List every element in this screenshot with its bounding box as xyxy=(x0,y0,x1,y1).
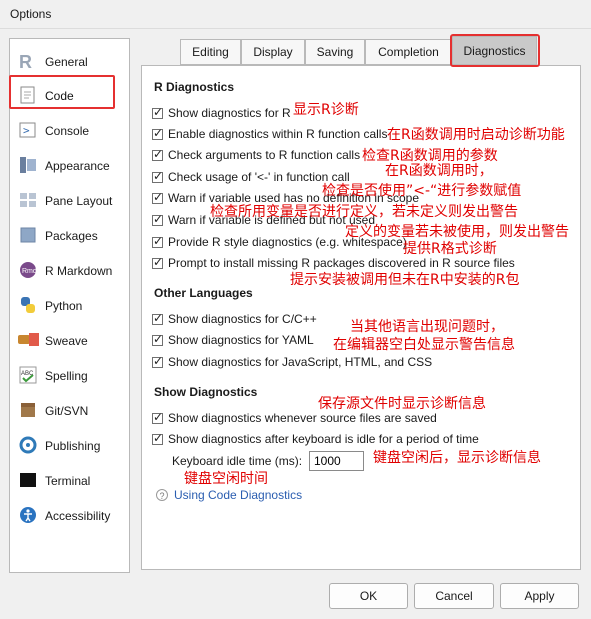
sidebar-item-label: Publishing xyxy=(45,439,101,453)
sidebar-item-label: Sweave xyxy=(45,334,88,348)
accessibility-icon xyxy=(18,505,38,525)
option-label: Prompt to install missing R packages dis… xyxy=(168,256,515,270)
sidebar-item-git-svn[interactable]: Git/SVN xyxy=(10,392,129,427)
sidebar-item-appearance[interactable]: Appearance xyxy=(10,147,129,182)
checkbox[interactable] xyxy=(152,234,163,248)
sidebar-item-label: General xyxy=(45,55,88,69)
annotation-in-function-call: 在R函数调用时， xyxy=(385,163,493,179)
idle-time-input[interactable] xyxy=(309,451,364,471)
options-sidebar: R General Code > Console Appearance Pane… xyxy=(9,38,130,573)
annotation-r-style: 提供R格式诊断 xyxy=(403,241,497,257)
checkbox[interactable] xyxy=(152,354,163,368)
option-label: Show diagnostics whenever source files a… xyxy=(168,411,437,425)
packages-icon xyxy=(18,225,38,245)
sidebar-item-label: Terminal xyxy=(45,474,91,488)
rmarkdown-icon: Rmd xyxy=(18,260,38,280)
annotation-check-assign: 检查是否使用”<-“进行参数赋值 xyxy=(322,183,522,199)
terminal-icon xyxy=(18,470,38,490)
console-prompt-icon: > xyxy=(18,120,38,140)
publishing-icon xyxy=(18,435,38,455)
sidebar-item-label: Git/SVN xyxy=(45,404,89,418)
checkbox[interactable] xyxy=(152,105,163,119)
appearance-icon xyxy=(18,155,38,175)
annotation-idle-time: 键盘空闲时间 xyxy=(184,471,268,487)
sidebar-item-general[interactable]: R General xyxy=(10,43,129,78)
svg-text:>: > xyxy=(23,124,30,137)
checkbox[interactable] xyxy=(152,126,163,140)
svg-text:R: R xyxy=(19,52,32,71)
sidebar-item-label: Console xyxy=(45,124,90,138)
cancel-button[interactable]: Cancel xyxy=(414,583,494,609)
checkbox[interactable] xyxy=(152,410,163,424)
sidebar-item-label: Packages xyxy=(45,229,98,243)
sweave-icon xyxy=(18,330,39,350)
r-logo-icon: R xyxy=(18,51,38,72)
help-icon: ? xyxy=(156,489,168,501)
sidebar-item-label: R Markdown xyxy=(45,264,113,278)
window-title: Options xyxy=(10,7,52,21)
section-title-show-diagnostics: Show Diagnostics xyxy=(154,385,258,399)
option-label: Enable diagnostics within R function cal… xyxy=(168,127,388,141)
sidebar-item-publishing[interactable]: Publishing xyxy=(10,427,129,462)
tab-display[interactable]: Display xyxy=(241,39,305,65)
tab-completion[interactable]: Completion xyxy=(365,39,452,65)
annotation-other-languages-1: 当其他语言出现问题时， xyxy=(350,319,504,335)
annotation-show-on-save: 保存源文件时显示诊断信息 xyxy=(318,396,486,412)
ok-button[interactable]: OK xyxy=(329,583,408,609)
option-label: Show diagnostics after keyboard is idle … xyxy=(168,432,479,446)
diagnostics-highlight-box xyxy=(450,34,540,67)
spelling-icon: ABC xyxy=(18,365,38,385)
sidebar-item-label: Python xyxy=(45,299,83,313)
title-bar: Options xyxy=(0,0,591,29)
idle-time-label: Keyboard idle time (ms): xyxy=(172,454,303,468)
option-label: Show diagnostics for YAML xyxy=(168,333,314,347)
checkbox[interactable] xyxy=(152,311,163,325)
checkbox[interactable] xyxy=(152,147,163,161)
option-label: Check arguments to R function calls xyxy=(168,148,361,162)
sidebar-item-pane-layout[interactable]: Pane Layout xyxy=(10,182,129,217)
section-title-other-languages: Other Languages xyxy=(154,286,253,300)
svg-text:Rmd: Rmd xyxy=(22,268,37,275)
apply-button[interactable]: Apply xyxy=(500,583,579,609)
annotation-enable-within-calls: 在R函数调用时启动诊断功能 xyxy=(387,127,565,143)
tab-saving[interactable]: Saving xyxy=(305,39,365,65)
option-label: Show diagnostics for R xyxy=(168,106,291,120)
checkbox[interactable] xyxy=(152,212,163,226)
sidebar-item-packages[interactable]: Packages xyxy=(10,217,129,252)
annotation-show-on-idle: 键盘空闲后，显示诊断信息 xyxy=(373,450,541,466)
sidebar-item-python[interactable]: Python xyxy=(10,287,129,322)
sidebar-item-label: Pane Layout xyxy=(45,194,113,208)
sidebar-item-label: Appearance xyxy=(45,159,110,173)
tab-editing[interactable]: Editing xyxy=(180,39,241,65)
annotation-other-languages-2: 在编辑器空白处显示警告信息 xyxy=(333,337,515,353)
sidebar-item-console[interactable]: > Console xyxy=(10,112,129,147)
checkbox[interactable] xyxy=(152,190,163,204)
python-icon xyxy=(18,295,38,315)
checkbox[interactable] xyxy=(152,169,163,183)
sidebar-item-r-markdown[interactable]: Rmd R Markdown xyxy=(10,252,129,287)
checkbox[interactable] xyxy=(152,431,163,445)
checkbox[interactable] xyxy=(152,332,163,346)
sidebar-item-accessibility[interactable]: Accessibility xyxy=(10,497,129,532)
checkbox[interactable] xyxy=(152,255,163,269)
pane-layout-icon xyxy=(18,190,38,210)
sidebar-item-sweave[interactable]: Sweave xyxy=(10,322,129,357)
git-icon xyxy=(18,400,38,420)
option-label: Show diagnostics for C/C++ xyxy=(168,312,317,326)
help-link[interactable]: Using Code Diagnostics xyxy=(174,488,302,502)
sidebar-item-spelling[interactable]: ABC Spelling xyxy=(10,357,129,392)
code-highlight-box xyxy=(9,75,115,109)
section-title-r-diagnostics: R Diagnostics xyxy=(154,80,235,94)
option-label: Show diagnostics for JavaScript, HTML, a… xyxy=(168,355,433,369)
sidebar-item-terminal[interactable]: Terminal xyxy=(10,462,129,497)
sidebar-item-label: Spelling xyxy=(45,369,88,383)
annotation-install-packages: 提示安装被调用但未在R中安装的R包 xyxy=(290,272,520,288)
annotation-show-r-diagnostics: 显示R诊断 xyxy=(293,102,359,118)
sidebar-item-label: Accessibility xyxy=(45,509,111,523)
annotation-undefined-variable: 检查所用变量是否进行定义，若未定义则发出警告 xyxy=(210,204,518,220)
